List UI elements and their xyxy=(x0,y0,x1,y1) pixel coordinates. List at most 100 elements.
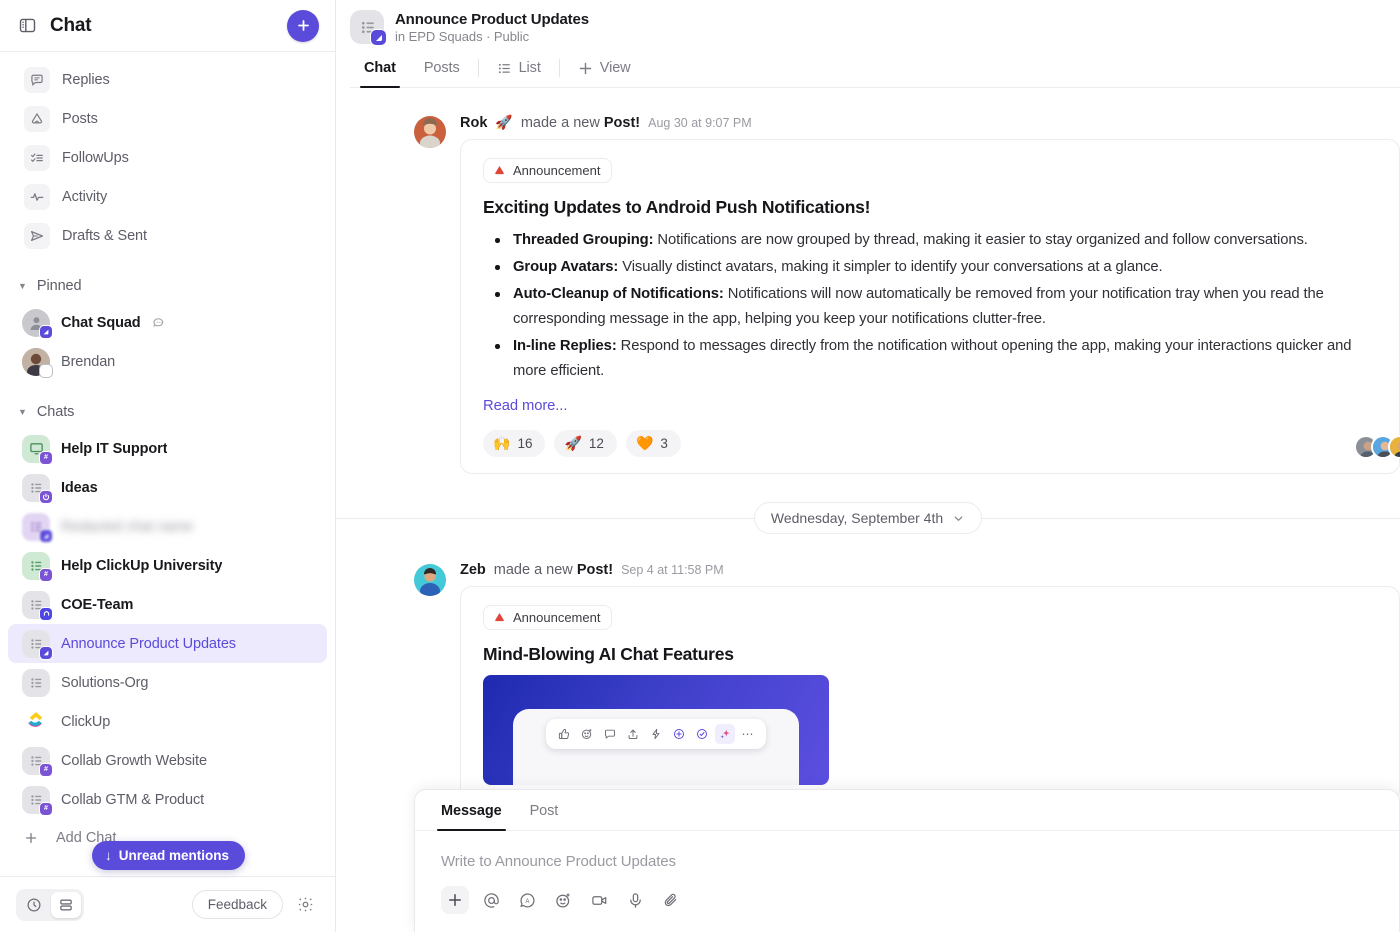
attachment-icon[interactable] xyxy=(657,886,685,914)
sidebar-item-collab-growth-website[interactable]: # Collab Growth Website xyxy=(8,741,327,780)
replies-summary[interactable]: 6 replies xyxy=(1353,435,1400,459)
sidebar-item-label: Collab Growth Website xyxy=(61,752,207,769)
send-icon xyxy=(24,222,50,249)
tab-label: Message xyxy=(441,803,502,819)
new-chat-button[interactable] xyxy=(287,9,319,42)
avatar: # xyxy=(22,746,53,777)
sidebar-item-drafts-sent[interactable]: Drafts & Sent xyxy=(8,216,327,255)
sidebar-item-posts[interactable]: Posts xyxy=(8,99,327,138)
tab-post[interactable]: Post xyxy=(516,790,573,830)
sidebar-item-redacted[interactable]: Redacted chat name xyxy=(8,507,327,546)
sidebar-item-collab-gtm-product[interactable]: # Collab GTM & Product xyxy=(8,780,327,819)
sidebar-item-clickup[interactable]: ClickUp xyxy=(8,702,327,741)
tab-label: View xyxy=(599,60,631,76)
sidebar-item-announce-product-updates[interactable]: Announce Product Updates xyxy=(8,624,327,663)
reaction-orange-heart[interactable]: 🧡 3 xyxy=(625,430,681,457)
sidebar-item-brendan[interactable]: Brendan xyxy=(8,342,327,381)
sidebar-title: Chat xyxy=(50,14,92,36)
post-card[interactable]: Announcement Mind-Blowing AI Chat Featur… xyxy=(460,586,1400,802)
sidebar-item-label: Help IT Support xyxy=(61,440,168,457)
microphone-icon[interactable] xyxy=(621,886,649,914)
channel-title-block: Announce Product Updates in EPD Squads ·… xyxy=(395,11,589,44)
post-embedded-image[interactable]: ⋯ xyxy=(483,675,829,785)
read-more-link[interactable]: Read more... xyxy=(483,398,567,414)
plus-icon xyxy=(18,831,44,845)
reaction-rocket[interactable]: 🚀 12 xyxy=(554,430,617,457)
sidebar-item-label: Replies xyxy=(62,71,110,88)
tab-chat[interactable]: Chat xyxy=(350,54,410,88)
list-avatar-icon xyxy=(22,668,50,697)
tab-label: Post xyxy=(529,803,559,819)
status-badge: Announcement xyxy=(483,605,613,630)
avatar[interactable] xyxy=(414,116,446,148)
sidebar-item-activity[interactable]: Activity xyxy=(8,177,327,216)
sidebar-item-label: Chat Squad xyxy=(61,314,141,331)
sidebar-item-label: Help ClickUp University xyxy=(61,557,223,574)
panel-toggle-icon[interactable] xyxy=(16,15,38,37)
plus-icon[interactable] xyxy=(441,886,469,914)
status-badge: Announcement xyxy=(483,158,613,183)
unread-mentions-button[interactable]: ↓ Unread mentions xyxy=(92,841,246,870)
sidebar-item-chat-squad[interactable]: Chat Squad xyxy=(8,303,327,342)
post-author: Zeb xyxy=(460,562,486,578)
date-pill[interactable]: Wednesday, September 4th xyxy=(753,502,983,534)
section-chats[interactable]: ▼ Chats xyxy=(0,395,335,429)
app-badge-icon xyxy=(39,606,53,621)
plus-circle-icon xyxy=(669,724,689,744)
sidebar-item-help-clickup-university[interactable]: # Help ClickUp University xyxy=(8,546,327,585)
comment-icon xyxy=(600,724,620,744)
post-author: Rok xyxy=(460,115,488,131)
post-meta: Rok 🚀 made a new Post! Aug 30 at 9:07 PM xyxy=(414,114,1400,131)
channel-header-top: Announce Product Updates in EPD Squads ·… xyxy=(350,10,1400,46)
sidebar-item-solutions-org[interactable]: Solutions-Org xyxy=(8,663,327,702)
video-icon[interactable] xyxy=(585,886,613,914)
tab-posts[interactable]: Posts xyxy=(410,54,474,87)
feedback-button[interactable]: Feedback xyxy=(191,890,283,919)
unread-mentions-label: Unread mentions xyxy=(118,848,230,863)
section-pinned[interactable]: ▼ Pinned xyxy=(0,269,335,303)
clock-icon[interactable] xyxy=(19,892,49,918)
list-layout-icon[interactable] xyxy=(51,891,81,918)
lightning-icon xyxy=(646,724,666,744)
composer-tabs: Message Post xyxy=(415,790,1399,831)
sidebar-item-label: FollowUps xyxy=(62,149,129,166)
section-label: Pinned xyxy=(36,278,82,294)
sidebar-item-followups[interactable]: FollowUps xyxy=(8,138,327,177)
avatar[interactable] xyxy=(414,564,446,596)
post-item-zeb: Zeb made a new Post! Sep 4 at 11:58 PM A… xyxy=(336,540,1400,802)
sidebar-item-ideas[interactable]: Ideas xyxy=(8,468,327,507)
message-input[interactable]: Write to Announce Product Updates xyxy=(415,831,1399,880)
reaction-row: 🙌 16 🚀 12 🧡 3 xyxy=(483,430,1377,457)
mention-icon[interactable] xyxy=(477,886,505,914)
post-item-rok: Rok 🚀 made a new Post! Aug 30 at 9:07 PM… xyxy=(336,88,1400,474)
sidebar-item-replies[interactable]: Replies xyxy=(8,60,327,99)
post-action: made a new Post! xyxy=(520,115,641,131)
sidebar-item-coe-team[interactable]: COE-Team xyxy=(8,585,327,624)
avatar xyxy=(22,512,53,543)
avatar xyxy=(22,668,50,697)
megaphone-icon xyxy=(24,105,50,132)
main-panel: Announce Product Updates in EPD Squads ·… xyxy=(336,0,1400,932)
sidebar-scroll[interactable]: Replies Posts FollowUps Activity Drafts … xyxy=(0,52,335,876)
tab-message[interactable]: Message xyxy=(427,790,516,831)
list-item: In-line Replies: Respond to messages dir… xyxy=(483,334,1377,384)
avatar xyxy=(22,308,53,339)
list-item: Auto-Cleanup of Notifications: Notificat… xyxy=(483,282,1377,332)
orange-heart-emoji-icon: 🧡 xyxy=(635,435,654,451)
post-card[interactable]: Announcement Exciting Updates to Android… xyxy=(460,139,1400,474)
gear-icon[interactable] xyxy=(291,891,319,919)
sidebar-item-help-it-support[interactable]: # Help IT Support xyxy=(8,429,327,468)
chat-badge-icon xyxy=(39,645,53,660)
emoji-icon[interactable] xyxy=(549,886,577,914)
divider xyxy=(558,59,560,77)
sidebar-item-label: Posts xyxy=(62,110,98,127)
channel-tabs: Chat Posts List View xyxy=(350,54,1400,88)
tab-add-view[interactable]: View xyxy=(564,54,645,87)
list-item: Threaded Grouping: Notifications are now… xyxy=(483,228,1377,253)
ai-assist-icon[interactable]: A xyxy=(513,886,541,914)
tab-list[interactable]: List xyxy=(483,54,555,87)
reaction-raised-hands[interactable]: 🙌 16 xyxy=(483,430,546,457)
replies-icon xyxy=(24,66,50,93)
hash-badge-icon: # xyxy=(39,762,53,777)
view-mode-switch xyxy=(16,888,84,921)
